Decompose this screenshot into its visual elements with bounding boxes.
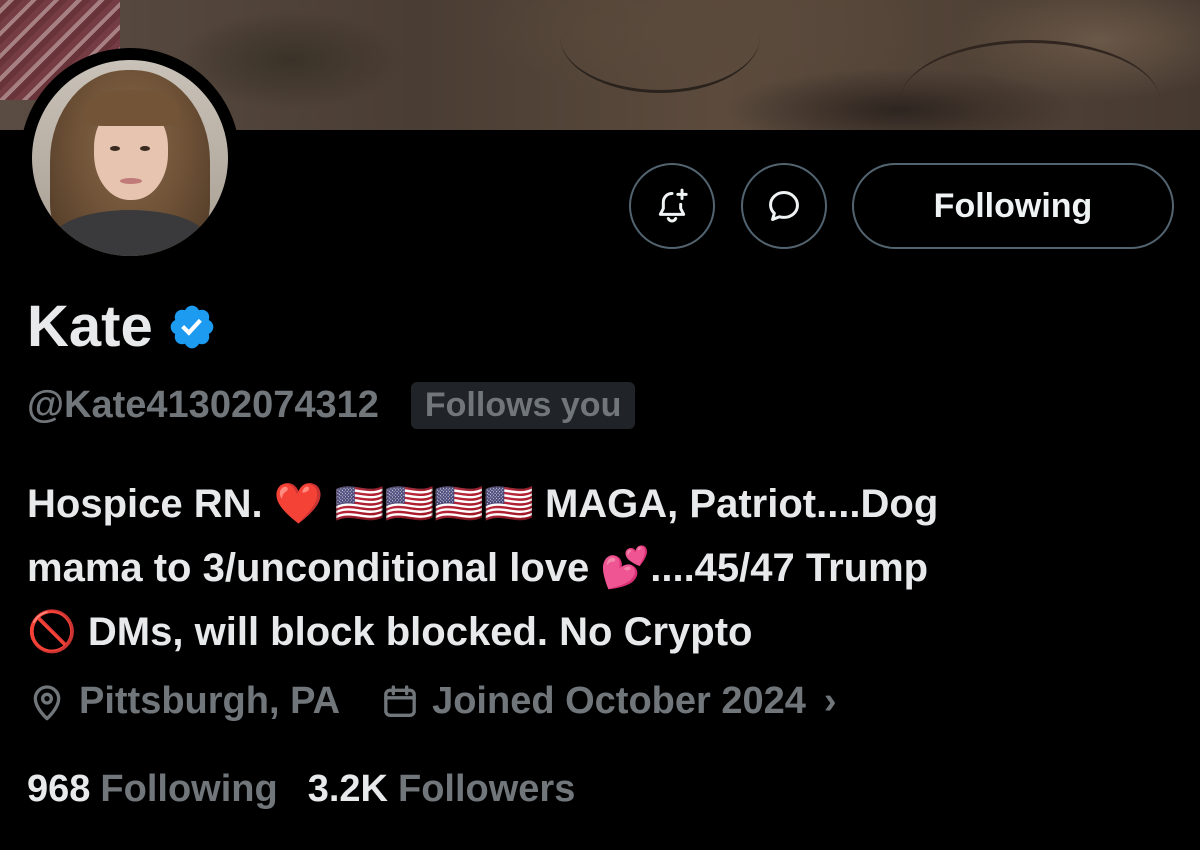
followers-label: Followers: [397, 768, 576, 810]
banner-shape: [560, 0, 760, 93]
followers-count: 3.2K: [307, 768, 388, 810]
followers-stat[interactable]: 3.2K Followers: [308, 768, 576, 811]
follow-stats: 968 Following 3.2K Followers: [27, 768, 575, 811]
calendar-icon: [384, 684, 416, 717]
following-label: Following: [100, 768, 278, 810]
following-count: 968: [27, 768, 91, 810]
bio-line: Hospice RN. ❤️ 🇺🇸🇺🇸🇺🇸🇺🇸 MAGA, Patriot...…: [27, 482, 939, 526]
profile-avatar[interactable]: [20, 48, 240, 268]
profile-name: Kate: [27, 294, 153, 359]
bio-line: mama to 3/unconditional love 💕....45/47 …: [27, 546, 929, 590]
verified-badge-icon[interactable]: [167, 302, 217, 352]
message-bubble-icon: [769, 191, 799, 221]
bell-plus-icon: [658, 188, 688, 223]
handle-row: @Kate41302074312 Follows you: [27, 382, 636, 429]
banner-shape: [900, 40, 1160, 130]
notify-button[interactable]: [629, 163, 715, 249]
following-button[interactable]: Following: [852, 163, 1174, 249]
joined-item[interactable]: Joined October 2024 ›: [380, 680, 837, 723]
profile-name-row: Kate: [27, 298, 217, 356]
profile-bio: Hospice RN. ❤️ 🇺🇸🇺🇸🇺🇸🇺🇸 MAGA, Patriot...…: [27, 472, 1177, 664]
message-button[interactable]: [741, 163, 827, 249]
avatar-image: [32, 60, 228, 256]
profile-handle: @Kate41302074312: [27, 384, 379, 426]
profile-meta: Pittsburgh, PA Joined October 2024 ›: [27, 680, 837, 723]
joined-text: Joined October 2024: [432, 680, 806, 722]
follows-you-badge: Follows you: [410, 382, 636, 429]
chevron-right-icon: ›: [823, 680, 837, 722]
following-stat[interactable]: 968 Following: [27, 768, 278, 811]
location-text: Pittsburgh, PA: [79, 680, 341, 722]
bio-line: 🚫 DMs, will block blocked. No Crypto: [27, 610, 753, 654]
location-pin-icon: [33, 684, 61, 720]
location-item: Pittsburgh, PA: [27, 680, 340, 723]
